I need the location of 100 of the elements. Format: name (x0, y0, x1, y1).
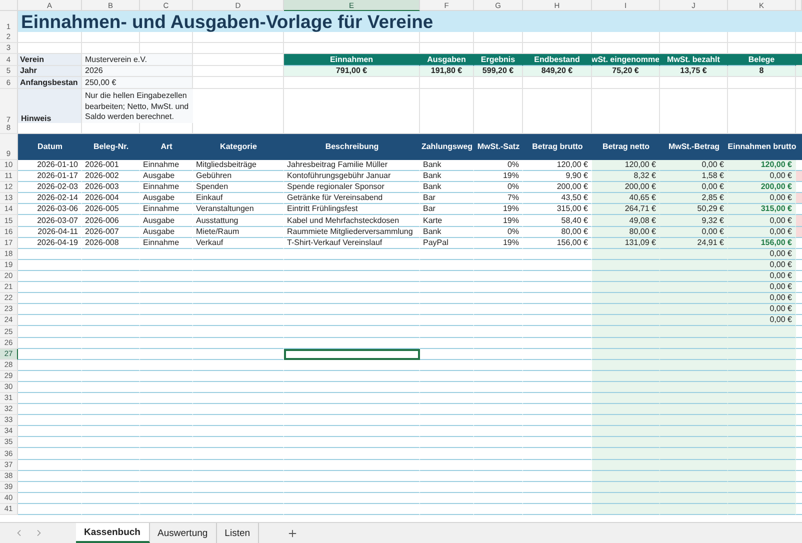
table-cell: 0,00 € (728, 248, 796, 260)
table-cell: 2026-01-17 (18, 171, 82, 182)
table-cell: 0,00 € (728, 293, 796, 304)
column-heading: Beleg-Nr. (82, 134, 140, 160)
summary-header: Endbestand (523, 54, 592, 66)
table-cell: Miete/Raum (193, 226, 284, 238)
table-cell: Spende regionaler Sponsor (284, 182, 420, 194)
info-value: 2026 (82, 66, 193, 77)
summary-value: 791,00 € (284, 66, 420, 77)
summary-value: 191,80 € (420, 66, 474, 77)
table-cell: 200,00 € (728, 182, 796, 194)
table-cell: 9,32 € (660, 215, 728, 227)
table-cell: 2026-01-10 (18, 160, 82, 172)
table-cell: 58,40 € (523, 215, 592, 227)
table-cell: 49,08 € (592, 215, 660, 227)
table-cell: Bar (420, 204, 474, 216)
table-cell: Bank (420, 160, 474, 172)
summary-value: 13,75 € (660, 66, 728, 77)
table-cell: Ausstattung (193, 215, 284, 227)
table-cell: 120,00 € (523, 160, 592, 172)
info-label: Anfangsbestan (18, 77, 82, 89)
table-cell: 2026-02-03 (18, 182, 82, 194)
table-cell: 0,00 € (728, 260, 796, 271)
summary-header: Einnahmen (284, 54, 420, 66)
table-cell: 40,65 € (592, 193, 660, 204)
summary-value: 75,20 € (592, 66, 660, 77)
table-cell: 0,00 € (728, 315, 796, 326)
column-heading: Betrag brutto (523, 134, 592, 160)
select-all-corner[interactable] (0, 0, 18, 11)
table-cell: Bank (420, 171, 474, 182)
table-cell: Ausgabe (140, 193, 193, 204)
add-sheet-icon[interactable] (287, 528, 298, 538)
column-heading: Datum (18, 134, 82, 160)
table-cell: 7% (474, 193, 523, 204)
info-value: 250,00 € (82, 77, 193, 89)
info-label: Verein (18, 54, 82, 66)
table-cell: 8,32 € (592, 171, 660, 182)
table-cell: Ausgabe (140, 171, 193, 182)
table-cell: 0% (474, 226, 523, 238)
sheet-tab[interactable]: Auswertung (150, 523, 217, 543)
summary-header: Ausgaben (420, 54, 474, 66)
table-cell: 2026-003 (82, 182, 140, 194)
table-cell: 19% (474, 204, 523, 216)
selected-cell[interactable] (284, 348, 420, 360)
table-cell: PayPal (420, 238, 474, 249)
summary-header: MwSt. bezahlt (660, 54, 728, 66)
summary-header: Ergebnis (474, 54, 523, 66)
table-cell: Bar (420, 193, 474, 204)
table-cell: Karte (420, 215, 474, 227)
column-heading: MwSt.-Betrag (660, 134, 728, 160)
table-cell: 2026-02-14 (18, 193, 82, 204)
table-cell: Veranstaltungen (193, 204, 284, 216)
table-cell: Einnahme (140, 204, 193, 216)
table-cell: Jahresbeitrag Familie Müller (284, 160, 420, 172)
table-cell: 2026-007 (82, 226, 140, 238)
table-cell: Bank (420, 226, 474, 238)
table-cell: 43,50 € (523, 193, 592, 204)
table-cell: 0% (474, 160, 523, 172)
table-cell: 2026-04-11 (18, 226, 82, 238)
table-cell: 0,00 € (728, 304, 796, 316)
sheet-tab[interactable]: Listen (216, 523, 260, 543)
info-value: Musterverein e.V. (82, 54, 193, 66)
table-cell: 2026-006 (82, 215, 140, 227)
column-heading: Einnahmen brutto (728, 134, 796, 160)
table-cell: 120,00 € (728, 160, 796, 172)
table-cell: Einnahme (140, 182, 193, 194)
table-cell: Eintritt Frühlingsfest (284, 204, 420, 216)
table-cell: 2026-001 (82, 160, 140, 172)
table-cell: 1,58 € (660, 171, 728, 182)
table-cell: Einnahme (140, 160, 193, 172)
hint-text: Nur die hellen Eingabezellen bearbeiten; Netto, MwSt. und Saldo werden berechnet. (82, 89, 193, 126)
column-header[interactable] (796, 0, 802, 11)
info-label: Jahr (18, 66, 82, 77)
table-cell: Getränke für Vereinsabend (284, 193, 420, 204)
table-cell: 0,00 € (728, 193, 796, 204)
table-cell: 0,00 € (728, 226, 796, 238)
table-cell: Gebühren (193, 171, 284, 182)
table-cell: 2026-004 (82, 193, 140, 204)
table-cell: 9,90 € (523, 171, 592, 182)
table-cell: 2,85 € (660, 193, 728, 204)
table-cell: 50,29 € (660, 204, 728, 216)
column-heading: Zahlungsweg (420, 134, 474, 160)
table-cell: 156,00 € (728, 238, 796, 249)
table-cell: 19% (474, 238, 523, 249)
table-cell: 0,00 € (660, 226, 728, 238)
table-cell: Raummiete Mitgliederversammlung (284, 226, 420, 238)
sheet-tab[interactable]: Kassenbuch (76, 523, 150, 543)
table-cell: 0,00 € (728, 215, 796, 227)
column-heading: MwSt.-Satz (474, 134, 523, 160)
table-cell: 2026-005 (82, 204, 140, 216)
table-cell: 19% (474, 171, 523, 182)
table-cell: 2026-04-19 (18, 238, 82, 249)
table-cell: 156,00 € (523, 238, 592, 249)
table-cell: 0,00 € (728, 270, 796, 282)
table-cell: 0,00 € (728, 171, 796, 182)
table-cell: 0% (474, 182, 523, 194)
sheet-title: Einnahmen- und Ausgaben-Vorlage für Vereine (18, 11, 802, 33)
table-cell: 200,00 € (523, 182, 592, 194)
table-cell: 2026-002 (82, 171, 140, 182)
table-cell: Einkauf (193, 193, 284, 204)
